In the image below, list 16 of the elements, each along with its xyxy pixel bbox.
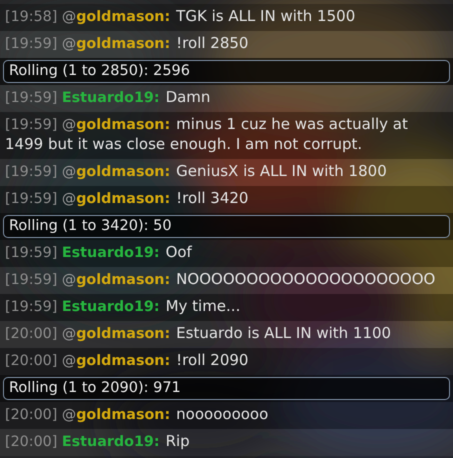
chat-message: [19:59] @goldmason: GeniusX is ALL IN with 1800 <box>0 159 453 186</box>
chat-message: [19:59] @goldmason: NOOOOOOOOOOOOOOOOOOOOO <box>0 267 453 294</box>
chat-message: [19:59] Estuardo19: My time... <box>0 294 453 321</box>
chat-message: [19:58] @goldmason: TGK is ALL IN with 1500 <box>0 4 453 31</box>
chat-message: [20:00] Estuardo19: Rip <box>0 429 453 456</box>
chat-message: [19:59] Estuardo19: Damn <box>0 85 453 112</box>
chat-message: [20:00] @goldmason: nooooooooo <box>0 402 453 429</box>
roll-result: Rolling (1 to 2850): 2596 <box>3 60 450 83</box>
chat-message: [20:00] @goldmason: !roll 2090 <box>0 348 453 375</box>
chat-message: [20:00] @goldmason: Estuardo is ALL IN with 1100 <box>0 321 453 348</box>
roll-result: Rolling (1 to 3420): 50 <box>3 215 450 238</box>
roll-result: Rolling (1 to 2090): 971 <box>3 377 450 400</box>
chat-message: [19:59] Estuardo19: Oof <box>0 240 453 267</box>
chat-message: [19:59] @goldmason: !roll 2850 <box>0 31 453 58</box>
chat-message: [19:59] @goldmason: !roll 3420 <box>0 186 453 213</box>
chat-message: [19:59] @goldmason: minus 1 cuz he was actually at 1499 but it was close enough. I am not corrupt. <box>0 112 453 159</box>
